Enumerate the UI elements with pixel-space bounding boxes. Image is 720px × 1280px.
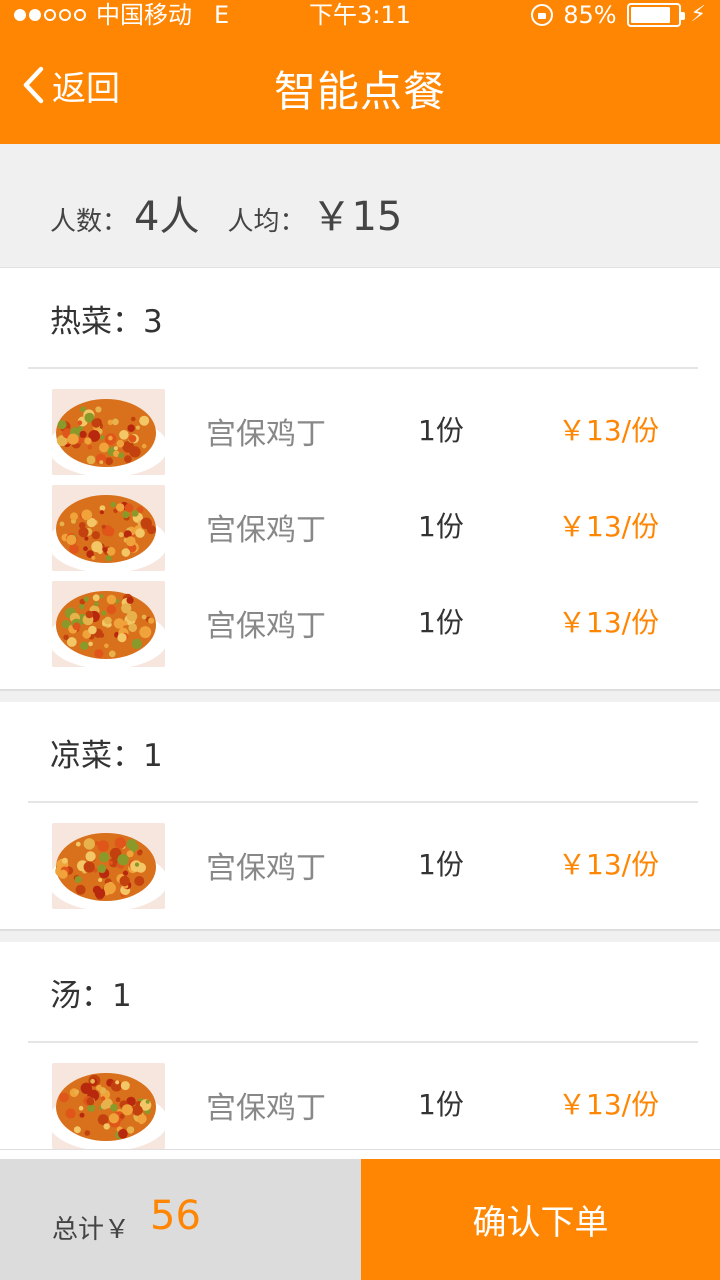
dish-name: 宫保鸡丁 [206, 417, 326, 452]
avg-label: 人均： [227, 207, 306, 237]
dish-name: 宫保鸡丁 [206, 513, 326, 548]
dish-quantity: 1份 [418, 510, 464, 543]
dish-quantity: 1份 [418, 606, 464, 639]
section-gap [0, 930, 720, 942]
rotation-lock-icon [531, 4, 554, 26]
kung-pao-chicken-image [52, 485, 165, 571]
dish-image [52, 485, 165, 571]
dish-quantity: 1份 [418, 1088, 464, 1121]
dish-name: 宫保鸡丁 [206, 609, 326, 644]
dish-price: ￥13/份 [558, 606, 660, 639]
dish-row[interactable]: 宫保鸡丁 1份 ￥13/份 [0, 813, 720, 909]
dish-image [52, 1063, 165, 1149]
dish-name: 宫保鸡丁 [206, 1091, 326, 1126]
status-bar: 中国移动 E 下午3:11 85% ⚡ [0, 0, 720, 32]
confirm-order-button[interactable]: 确认下单 [361, 1159, 720, 1280]
total-label: 总计￥ [52, 1215, 131, 1245]
dish-price: ￥13/份 [558, 510, 660, 543]
section-cold-dishes: 凉菜：1 宫保鸡丁 1份 ￥13/份 [0, 703, 720, 930]
kung-pao-chicken-image [52, 581, 165, 667]
total-box: 总计￥ 56 [0, 1159, 361, 1280]
charging-icon: ⚡ [690, 2, 706, 27]
dish-quantity: 1份 [418, 848, 464, 881]
battery-icon [626, 3, 685, 27]
people-label: 人数： [50, 207, 129, 237]
kung-pao-chicken-image [52, 823, 165, 909]
section-header: 汤：1 [50, 977, 132, 1014]
section-hot-dishes: 热菜：3 宫保鸡丁 1份 ￥13/份 宫保鸡丁 1份 ￥13/份 宫保鸡丁 1份… [0, 269, 720, 690]
dish-price: ￥13/份 [558, 848, 660, 881]
dish-image [52, 389, 165, 475]
section-header: 热菜：3 [50, 303, 163, 340]
section-soup: 汤：1 宫保鸡丁 1份 ￥13/份 [0, 943, 720, 1150]
section-header: 凉菜：1 [50, 737, 163, 774]
dish-image [52, 823, 165, 909]
total-value: 56 [150, 1193, 201, 1239]
dish-price: ￥13/份 [558, 414, 660, 447]
dish-quantity: 1份 [418, 414, 464, 447]
header: 中国移动 E 下午3:11 85% ⚡ 返回 智能点餐 [0, 0, 720, 144]
section-gap [0, 690, 720, 702]
dish-name: 宫保鸡丁 [206, 851, 326, 886]
avg-value: ￥15 [311, 194, 403, 240]
order-summary: 人数： 4人 人均： ￥15 [0, 144, 720, 268]
dish-image [52, 581, 165, 667]
people-value: 4人 [134, 194, 200, 240]
dish-row[interactable]: 宫保鸡丁 1份 ￥13/份 [0, 1053, 720, 1149]
kung-pao-chicken-image [52, 1063, 165, 1149]
page-title: 智能点餐 [273, 67, 446, 116]
dish-row[interactable]: 宫保鸡丁 1份 ￥13/份 [0, 571, 720, 667]
battery-percent: 85% [563, 1, 617, 29]
dish-row[interactable]: 宫保鸡丁 1份 ￥13/份 [0, 379, 720, 475]
footer-bar: 总计￥ 56 确认下单 [0, 1159, 720, 1280]
kung-pao-chicken-image [52, 389, 165, 475]
dish-row[interactable]: 宫保鸡丁 1份 ￥13/份 [0, 475, 720, 571]
dish-price: ￥13/份 [558, 1088, 660, 1121]
